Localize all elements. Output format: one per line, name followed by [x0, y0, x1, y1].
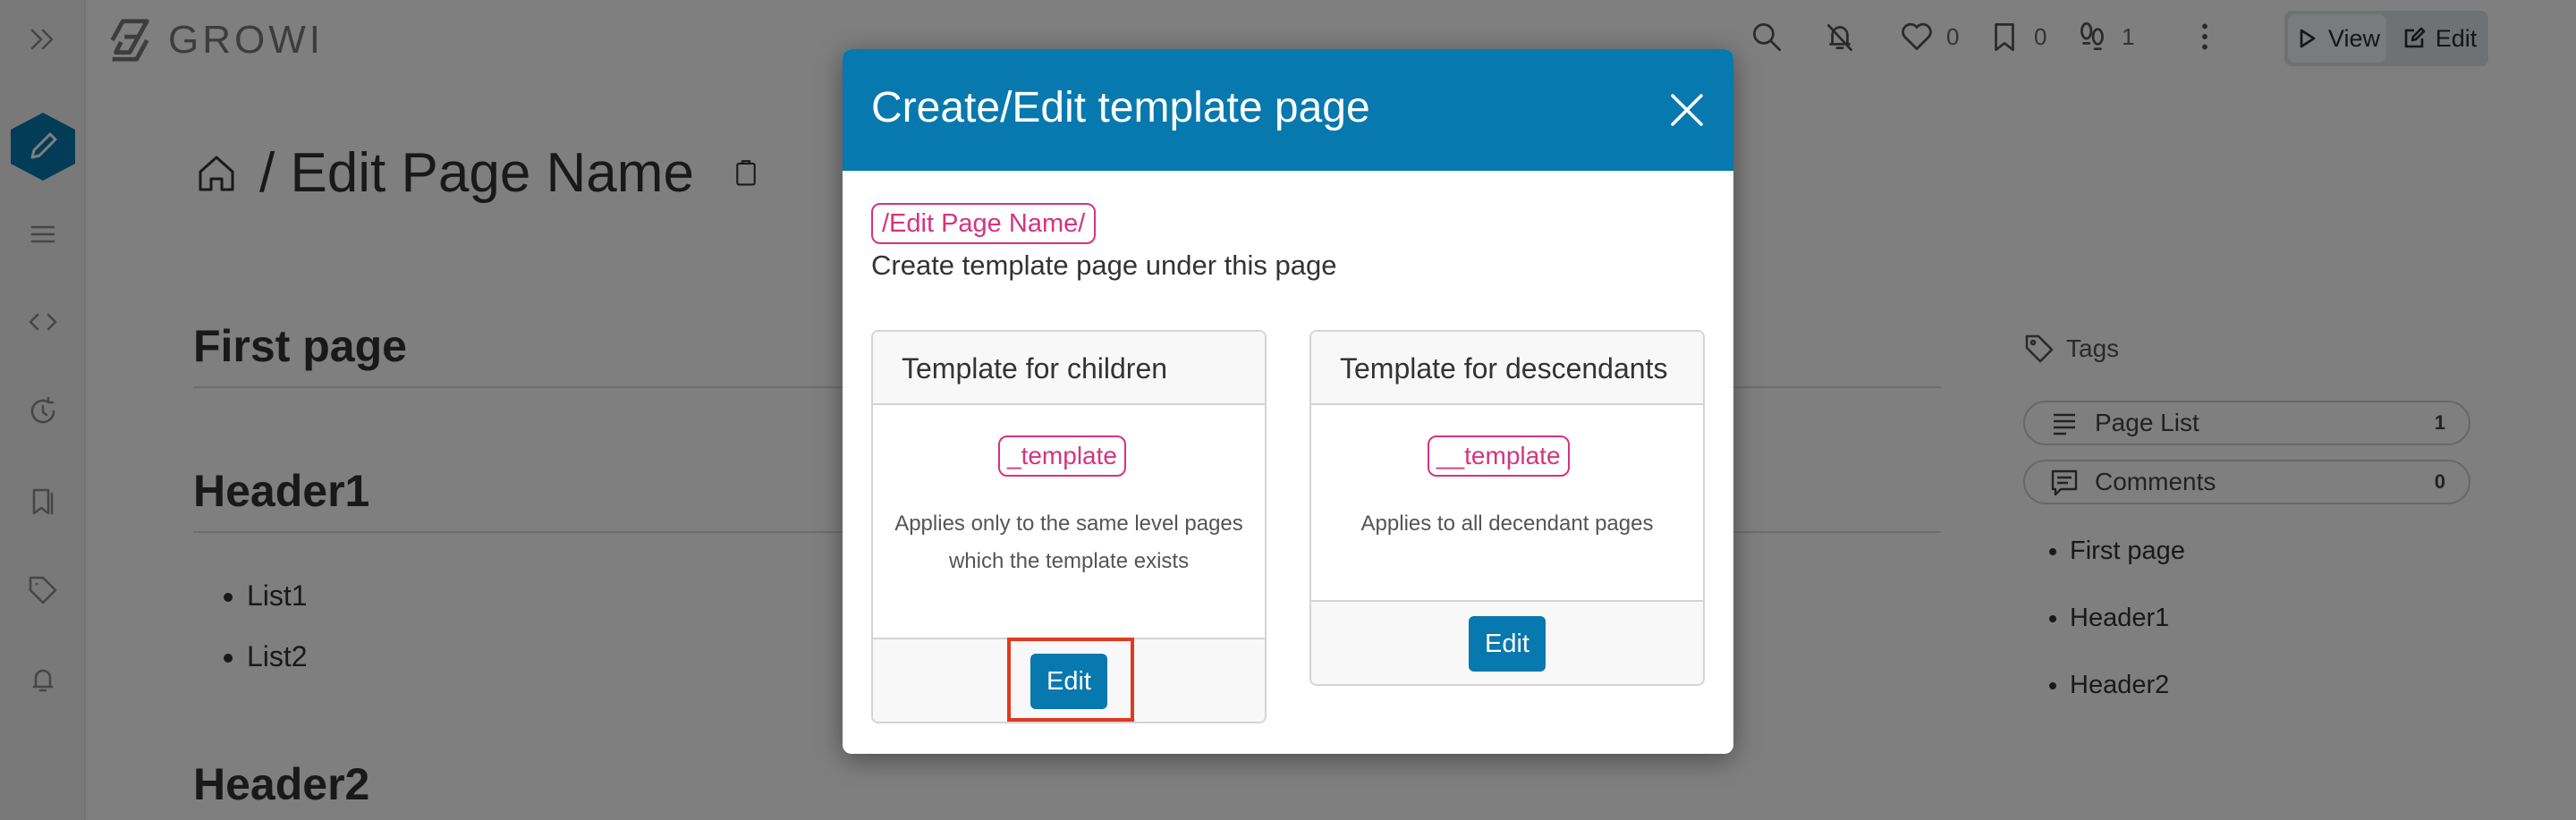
card-description: Applies to all decendant pages — [1360, 511, 1654, 536]
card-footer: Edit — [1311, 600, 1703, 684]
close-icon — [1671, 94, 1703, 126]
template-badge: _template — [998, 435, 1126, 477]
modal-title: Create/Edit template page — [871, 84, 1370, 131]
close-button[interactable] — [1667, 90, 1707, 130]
highlight-box — [1007, 638, 1134, 722]
template-modal: Create/Edit template page /Edit Page Nam… — [843, 49, 1733, 754]
page-path-badge: /Edit Page Name/ — [871, 203, 1097, 244]
template-descendants-card: Template for descendants __template Appl… — [1309, 330, 1705, 686]
card-description: Applies only to the same level pages whi… — [894, 511, 1243, 573]
modal-description: Create template page under this page — [871, 249, 1337, 281]
template-badge: __template — [1428, 435, 1570, 477]
modal-header: Create/Edit template page — [843, 49, 1733, 171]
edit-descendants-template-button[interactable]: Edit — [1469, 616, 1546, 672]
card-header: Template for descendants — [1311, 332, 1703, 405]
card-header: Template for children — [873, 332, 1265, 405]
